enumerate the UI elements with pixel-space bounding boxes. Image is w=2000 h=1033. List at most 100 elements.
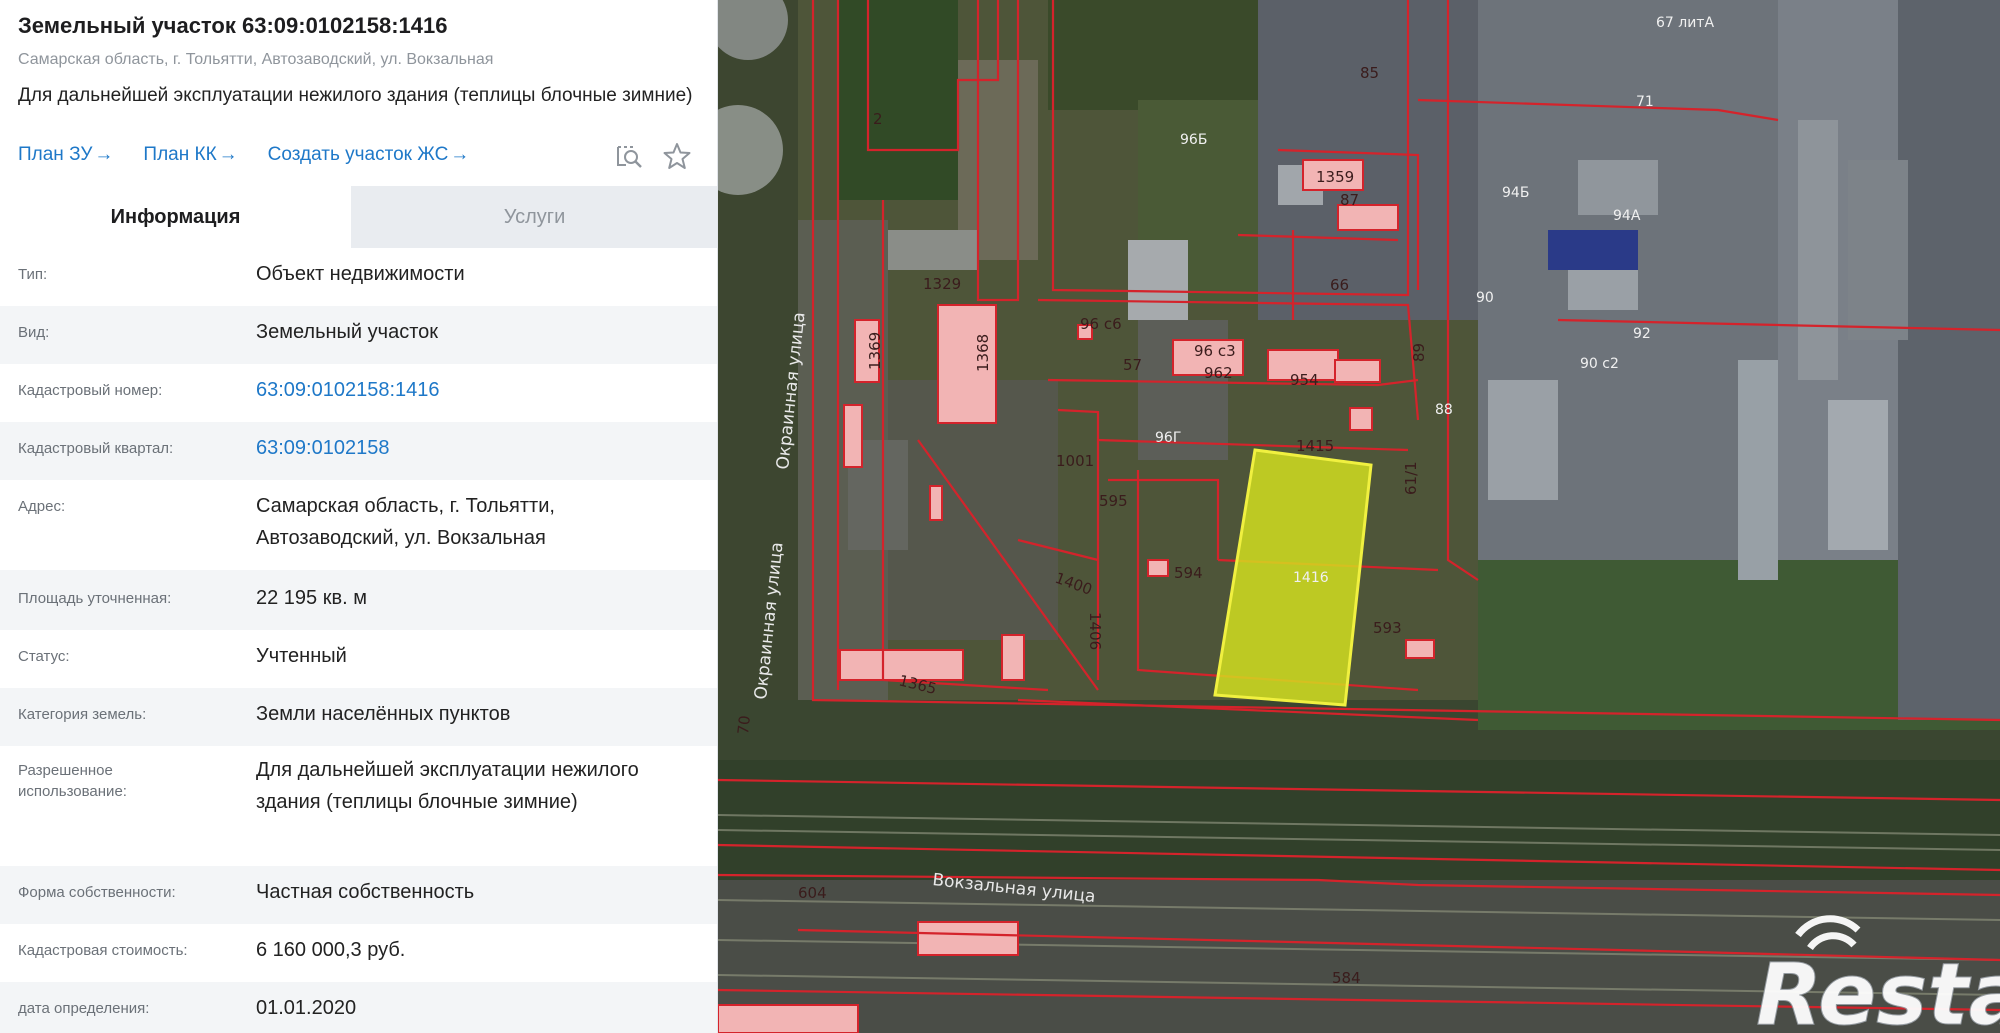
info-label: Адрес: <box>18 498 66 515</box>
parcel-label: 57 <box>1123 356 1142 374</box>
info-value: Для дальнейшей эксплуатации нежилого зда… <box>256 759 639 813</box>
cadastral-number-link[interactable]: 63:09:0102158:1416 <box>256 374 717 406</box>
parcel-label: 94А <box>1613 208 1641 224</box>
parcel-label: 1001 <box>1056 452 1094 470</box>
parcel-label: 96 с6 <box>1080 315 1122 333</box>
info-label: Тип: <box>18 266 48 283</box>
info-label: Кадастровый номер: <box>18 382 163 399</box>
info-label: Разрешенное использование: <box>18 762 127 800</box>
info-panel: Земельный участок 63:09:0102158:1416 Сам… <box>0 0 718 1033</box>
building[interactable] <box>1147 559 1169 577</box>
info-row-valuation-date: дата определения: 01.01.2020 <box>0 982 717 1033</box>
info-row-ownership: Форма собственности: Частная собственнос… <box>0 866 717 924</box>
parcel-label: 90 с2 <box>1580 356 1619 372</box>
parcel-label: 1329 <box>923 275 961 293</box>
info-label: Кадастровый квартал: <box>18 440 174 457</box>
create-parcel-link-label: Создать участок ЖС <box>267 144 449 165</box>
star-icon[interactable] <box>662 141 692 171</box>
panel-tools <box>614 141 692 171</box>
page-title: Земельный участок 63:09:0102158:1416 <box>18 13 448 38</box>
parcel-label: 593 <box>1373 619 1402 637</box>
parcel-label: 89 <box>1410 343 1428 362</box>
parcel-label: 1369 <box>866 332 884 370</box>
tab-services[interactable]: Услуги <box>351 186 717 248</box>
arrow-right-icon: → <box>218 144 238 165</box>
parcel-label: 96Б <box>1180 132 1207 148</box>
parcel-label: 90 <box>1476 290 1494 306</box>
info-row-status: Статус: Учтенный <box>0 630 717 688</box>
info-label: Вид: <box>18 324 50 341</box>
parcel-label: 1406 <box>1086 612 1104 650</box>
parcel-label: 2 <box>873 110 883 128</box>
search-on-map-icon[interactable] <box>614 141 644 171</box>
parcel-label: 1415 <box>1296 437 1334 455</box>
parcel-label: 70 <box>734 715 754 736</box>
info-value: Частная собственность <box>256 881 475 903</box>
parcel-label: 92 <box>1633 326 1651 342</box>
create-parcel-link[interactable]: Создать участок ЖС → <box>268 144 470 166</box>
info-label: Статус: <box>18 648 70 665</box>
plan-kk-link-label: План КК <box>143 144 217 165</box>
info-row-kind: Вид: Земельный участок <box>0 306 717 364</box>
parcel-label: 595 <box>1099 492 1128 510</box>
info-value: Объект недвижимости <box>256 263 465 285</box>
parcel-label: 71 <box>1636 94 1654 110</box>
info-row-land-category: Категория земель: Земли населённых пункт… <box>0 688 717 746</box>
info-row-cadastral-number: Кадастровый номер: 63:09:0102158:1416 <box>0 364 717 422</box>
parcel-label: 61/1 <box>1402 461 1420 495</box>
info-value: Учтенный <box>256 645 347 667</box>
satellite-map-canvas[interactable]: 1416 Окраинная улица Окраинная улица Вок… <box>718 0 2000 1033</box>
arrow-right-icon: → <box>450 144 470 165</box>
parcel-label: 66 <box>1330 276 1349 294</box>
parcel-label: 88 <box>1435 402 1453 418</box>
tab-information[interactable]: Информация <box>0 186 351 248</box>
info-value: Земельный участок <box>256 321 439 343</box>
info-label: Кадастровая стоимость: <box>18 942 188 959</box>
building[interactable] <box>1001 634 1025 681</box>
info-value: 22 195 кв. м <box>256 587 367 609</box>
parcel-label: 96Г <box>1155 430 1181 446</box>
parcel-label: 594 <box>1174 564 1203 582</box>
building[interactable] <box>843 404 863 468</box>
parcel-label: 1368 <box>974 334 992 372</box>
building[interactable] <box>1349 407 1373 431</box>
info-label: Форма собственности: <box>18 884 176 901</box>
info-label: Площадь уточненная: <box>18 590 172 607</box>
info-value: Земли населённых пунктов <box>256 703 511 725</box>
info-label: дата определения: <box>18 1000 150 1017</box>
parcel-label: 954 <box>1290 371 1319 389</box>
plan-zu-link[interactable]: План ЗУ → <box>18 144 113 166</box>
cadastral-quarter-link[interactable]: 63:09:0102158 <box>256 432 717 464</box>
parcel-label: 604 <box>798 884 827 902</box>
info-value: 6 160 000,3 руб. <box>256 939 406 961</box>
parcel-label: 67 литА <box>1656 15 1714 31</box>
building[interactable] <box>1334 359 1381 383</box>
info-row-permitted-use: Разрешенное использование: Для дальнейше… <box>0 746 717 866</box>
info-table: Тип: Объект недвижимости Вид: Земельный … <box>0 248 717 1033</box>
parcel-label: 584 <box>1332 969 1361 987</box>
panel-tabs: Информация Услуги <box>0 186 717 248</box>
building[interactable] <box>718 1004 859 1033</box>
info-row-address: Адрес: Самарская область, г. Тольятти, А… <box>0 480 717 570</box>
parcel-label: 94Б <box>1502 185 1529 201</box>
parcel-label: 87 <box>1340 191 1359 209</box>
building[interactable] <box>929 485 943 521</box>
plan-zu-link-label: План ЗУ <box>18 144 93 165</box>
action-links: План ЗУ → План КК → Создать участок ЖС → <box>18 144 469 166</box>
info-row-cadastral-value: Кадастровая стоимость: 6 160 000,3 руб. <box>0 924 717 982</box>
info-value: 01.01.2020 <box>256 997 357 1019</box>
info-row-area: Площадь уточненная: 22 195 кв. м <box>0 570 717 630</box>
parcel-address-subtitle: Самарская область, г. Тольятти, Автозаво… <box>18 51 494 68</box>
watermark-text: Restate <box>1756 945 2000 1033</box>
info-row-type: Тип: Объект недвижимости <box>0 248 717 306</box>
cadastral-map[interactable]: 1416 Окраинная улица Окраинная улица Вок… <box>718 0 2000 1033</box>
plan-kk-link[interactable]: План КК → <box>143 144 237 166</box>
parcel-label: 1359 <box>1316 168 1354 186</box>
building[interactable] <box>917 921 1019 956</box>
selected-parcel-label: 1416 <box>1293 570 1329 586</box>
info-label: Категория земель: <box>18 706 147 723</box>
building[interactable] <box>1405 639 1435 659</box>
parcel-purpose: Для дальнейшей эксплуатации нежилого зда… <box>18 85 693 106</box>
parcel-label: 962 <box>1204 364 1233 382</box>
info-value: Самарская область, г. Тольятти, Автозаво… <box>256 495 555 549</box>
